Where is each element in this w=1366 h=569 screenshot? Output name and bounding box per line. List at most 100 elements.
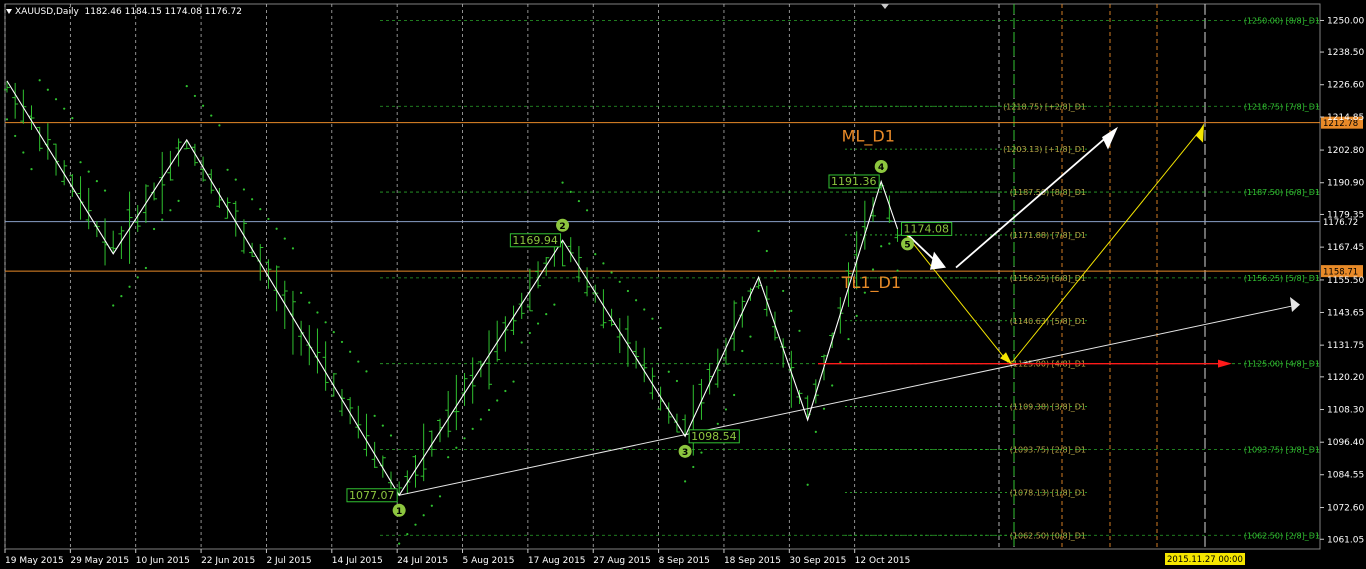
sar-dot xyxy=(103,189,107,192)
y-axis-label: 1167.45 xyxy=(1327,243,1364,253)
murrey-level-label: (1203.13) [+1/8]_D1 xyxy=(1003,145,1086,154)
sar-dot xyxy=(251,198,254,201)
x-axis-label: 2 Jul 2015 xyxy=(266,556,311,566)
sar-dot xyxy=(185,84,188,88)
sar-dot xyxy=(545,313,548,316)
sar-dot xyxy=(741,349,744,353)
sar-dot xyxy=(684,480,687,483)
sar-dot xyxy=(561,181,564,184)
y-axis-label: 1250.00 xyxy=(1327,16,1364,26)
yellow-arrow-line xyxy=(901,228,1009,363)
sar-dot xyxy=(594,253,597,256)
sar-dot xyxy=(406,533,409,536)
parabolic-sar xyxy=(5,79,899,545)
y-axis-label: 1179.35 xyxy=(1327,210,1364,220)
x-axis-label: 12 Oct 2015 xyxy=(855,556,911,566)
chart-annotation: ML_D1 xyxy=(842,126,895,146)
white-arrow-line xyxy=(955,135,1109,269)
sar-dot xyxy=(54,98,58,101)
sar-dot xyxy=(675,379,679,383)
y-axis-label: 1226.60 xyxy=(1327,81,1364,91)
y-axis-label: 1096.40 xyxy=(1327,438,1364,448)
sar-dot xyxy=(275,227,278,230)
ohlc-values: 1182.46 1184.15 1174.08 1176.72 xyxy=(84,7,242,17)
x-axis-label: 24 Jul 2015 xyxy=(397,556,448,566)
wave-marker-label: 2 xyxy=(559,222,565,232)
x-axis-label: 8 Sep 2015 xyxy=(659,556,710,566)
sar-dot xyxy=(234,178,237,181)
sar-dot xyxy=(22,151,25,154)
zigzag-line xyxy=(6,80,899,497)
sar-dot xyxy=(700,451,703,454)
sar-dot xyxy=(667,370,670,373)
white-arrow-head xyxy=(930,251,946,270)
sar-dot xyxy=(414,523,417,526)
price-label-text: 1191.36 xyxy=(831,175,877,188)
sar-dot xyxy=(193,94,197,98)
sar-dot xyxy=(300,291,303,294)
x-axis-label: 10 Jun 2015 xyxy=(136,556,190,566)
sar-dot xyxy=(773,269,777,273)
sar-dot xyxy=(87,170,90,173)
x-axis-label: 17 Aug 2015 xyxy=(528,556,586,566)
sar-dot xyxy=(283,237,286,240)
sar-dot xyxy=(757,229,760,233)
sar-dot xyxy=(585,209,589,212)
sar-dot xyxy=(855,314,858,317)
red-arrow-head xyxy=(1218,359,1232,368)
murrey-level-label: (1187.50) [8/8]_D1 xyxy=(1010,188,1086,197)
y-axis-label: 1214.85 xyxy=(1327,113,1364,123)
price-chart[interactable]: (1218.75) [+2/8]_D1 (1203.13) [+1/8]_D1 (1… xyxy=(0,0,1366,569)
murrey-right-label: (1062.50) [2/8]_D1 xyxy=(1244,531,1320,540)
sar-dot xyxy=(536,322,540,325)
menu-triangle-icon[interactable] xyxy=(6,9,12,14)
sar-dot xyxy=(822,407,826,410)
x-axis-label: 30 Sep 2015 xyxy=(789,556,846,566)
sar-dot xyxy=(226,168,229,171)
murrey-level-label: (1218.75) [+2/8]_D1 xyxy=(1003,102,1086,111)
sar-dot xyxy=(46,88,49,91)
sar-dot xyxy=(520,341,523,344)
sar-dot xyxy=(831,384,834,387)
sar-dot xyxy=(136,276,139,279)
murrey-level-label: (1171.88) [7/8]_D1 xyxy=(1010,231,1086,240)
y-axis-label: 1120.20 xyxy=(1327,373,1364,383)
sar-dot xyxy=(201,104,205,107)
sar-dot xyxy=(128,285,131,288)
sar-dot xyxy=(430,504,433,507)
sar-dot xyxy=(871,268,875,271)
y-axis-label: 1084.55 xyxy=(1327,471,1364,481)
sar-dot xyxy=(438,495,442,498)
sar-dot xyxy=(79,161,82,164)
y-axis-label: 1190.90 xyxy=(1327,179,1364,189)
sar-dot xyxy=(332,331,335,334)
murrey-right-label: (1125.00) [4/8]_D1 xyxy=(1244,360,1320,369)
y-axis-label: 1202.80 xyxy=(1327,146,1364,156)
y-axis-label: 1238.50 xyxy=(1327,48,1364,58)
murrey-right-label: (1218.75) [7/8]_D1 xyxy=(1244,102,1320,111)
y-axis-label: 1108.30 xyxy=(1327,406,1364,416)
sar-dot xyxy=(806,483,809,486)
sar-dot xyxy=(365,370,368,373)
trend-line-arrowhead xyxy=(1290,296,1300,313)
sar-dot xyxy=(324,321,327,324)
sar-dot xyxy=(602,262,605,265)
sar-dot xyxy=(618,280,621,283)
sar-dot xyxy=(169,209,172,212)
sar-dot xyxy=(381,424,384,427)
sar-dot xyxy=(626,289,630,293)
sar-dot xyxy=(569,190,572,193)
sar-dot xyxy=(14,134,17,138)
x-axis-label: 19 May 2015 xyxy=(5,556,64,566)
sar-dot xyxy=(291,247,295,250)
price-label-text: 1174.08 xyxy=(904,222,950,235)
sar-dot xyxy=(814,430,817,433)
sar-dot xyxy=(610,271,613,274)
price-label-text: 1077.07 xyxy=(349,489,395,502)
plot-frame xyxy=(4,3,1321,550)
sar-dot xyxy=(790,309,793,312)
murrey-level-label: (1078.13) [1/8]_D1 xyxy=(1010,488,1086,497)
sar-dot xyxy=(847,337,850,341)
x-axis-label: 5 Aug 2015 xyxy=(463,556,515,566)
sar-dot xyxy=(5,118,9,121)
